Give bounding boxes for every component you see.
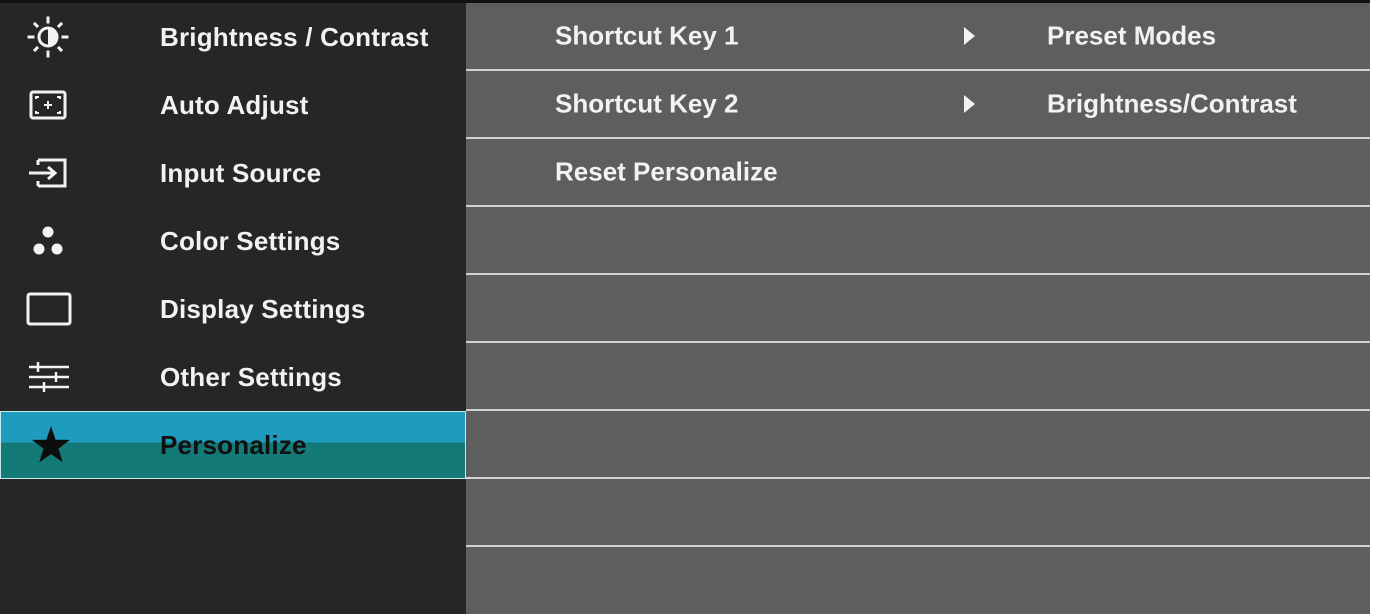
main-menu: Brightness / Contrast Auto Adjust Input … [0, 3, 466, 479]
menu-item-display-settings[interactable]: Display Settings [0, 275, 466, 343]
color-settings-icon [18, 219, 78, 263]
menu-item-other-settings[interactable]: Other Settings [0, 343, 466, 411]
row-label: Shortcut Key 2 [555, 88, 739, 119]
submenu-panel: Shortcut Key 1 Preset Modes Shortcut Key… [466, 3, 1370, 614]
star-icon [18, 423, 78, 467]
submenu-row-empty [466, 343, 1370, 411]
menu-item-brightness-contrast[interactable]: Brightness / Contrast [0, 3, 466, 71]
menu-item-label: Other Settings [160, 361, 342, 392]
arrow-right-icon [964, 27, 975, 45]
submenu-row-reset-personalize[interactable]: Reset Personalize [466, 139, 1370, 207]
submenu-row-shortcut-key-2[interactable]: Shortcut Key 2 Brightness/Contrast [466, 71, 1370, 139]
arrow-right-icon [964, 95, 975, 113]
row-value: Brightness/Contrast [1047, 88, 1297, 119]
submenu-row-empty [466, 479, 1370, 547]
menu-item-label: Auto Adjust [160, 89, 309, 120]
submenu-row-empty [466, 547, 1370, 613]
menu-item-auto-adjust[interactable]: Auto Adjust [0, 71, 466, 139]
submenu-row-empty [466, 275, 1370, 343]
menu-item-input-source[interactable]: Input Source [0, 139, 466, 207]
menu-item-personalize[interactable]: Personalize [0, 411, 466, 479]
row-label: Shortcut Key 1 [555, 20, 739, 51]
osd-menu: Brightness / Contrast Auto Adjust Input … [0, 0, 1370, 614]
submenu-row-shortcut-key-1[interactable]: Shortcut Key 1 Preset Modes [466, 3, 1370, 71]
menu-item-label: Personalize [160, 429, 307, 460]
auto-adjust-icon [18, 83, 78, 127]
menu-item-label: Display Settings [160, 293, 366, 324]
submenu-row-empty [466, 411, 1370, 479]
menu-item-label: Input Source [160, 157, 322, 188]
row-label: Reset Personalize [555, 156, 778, 187]
input-source-icon [18, 151, 78, 195]
row-value: Preset Modes [1047, 20, 1217, 51]
submenu-row-empty [466, 207, 1370, 275]
display-settings-icon [18, 287, 78, 331]
menu-item-label: Color Settings [160, 225, 341, 256]
menu-item-color-settings[interactable]: Color Settings [0, 207, 466, 275]
sliders-icon [18, 355, 78, 399]
menu-item-label: Brightness / Contrast [160, 21, 429, 52]
brightness-icon [18, 15, 78, 59]
